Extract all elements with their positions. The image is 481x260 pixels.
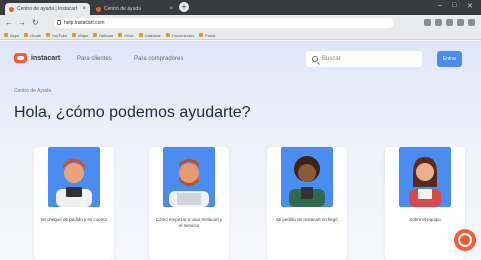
topic-card-getting-started[interactable]: Cómo empezar a usar Instacart y el servi… [149,147,229,260]
bookmarks-bar: Apps Gmail YouTube Maps Noticias Drive C… [0,31,481,40]
bookmark-icon [72,33,77,37]
bookmark-label: YouTube [51,32,68,38]
back-icon[interactable]: ← [5,18,13,27]
card-label: Mi cheque de pedido y mi cuenta [40,217,108,222]
maximize-icon[interactable]: □ [452,2,456,9]
favicon-icon [96,6,101,12]
search-icon [312,56,318,62]
person-with-bag-illustration [399,147,451,207]
bookmark-label: Gmail [30,32,41,38]
card-label: Mi pedido de Instacart no llegó [276,217,338,222]
card-label: Sobre el equipo [409,217,441,222]
page-title: Hola, ¿cómo podemos ayudarte? [14,104,251,121]
topic-card-account[interactable]: Mi cheque de pedido y mi cuenta [34,147,114,260]
bookmark-item[interactable]: Gmail [24,32,41,38]
topic-card-order-issue[interactable]: Mi pedido de Instacart no llegó [267,147,347,260]
browser-tab-1[interactable]: Centro de ayuda | Instacart × [5,3,90,15]
chat-button[interactable] [454,229,476,251]
bookmark-label: Apps [10,32,20,38]
bookmark-icon [93,33,98,37]
close-tab-icon[interactable]: × [82,6,86,12]
topic-card-team[interactable]: Sobre el equipo [385,147,465,260]
bookmark-icon [165,33,170,37]
breadcrumb[interactable]: Centro de Ayuda [14,88,51,94]
instacart-logo[interactable]: instacart [14,53,60,63]
extension-icons [424,19,475,26]
person-with-laptop-illustration [163,147,215,207]
extension-icon[interactable] [435,19,442,26]
forward-icon[interactable]: → [18,18,26,27]
bookmark-item[interactable]: YouTube [45,32,68,38]
bookmark-item[interactable]: Drive [118,32,134,38]
bookmark-icon [4,33,8,37]
card-label: Cómo empezar a usar Instacart y el servi… [155,217,223,228]
bookmark-label: Noticias [99,32,114,38]
profile-icon[interactable] [457,19,464,26]
nav-link-customers[interactable]: Para clientes [77,56,112,62]
bookmark-item[interactable]: Fotos [199,33,215,38]
search-input[interactable]: Buscar [306,51,422,67]
login-button[interactable]: Entrar [437,51,462,67]
extension-icon[interactable] [446,19,453,26]
close-window-icon[interactable]: ✕ [467,2,473,10]
lock-icon [57,20,61,25]
close-tab-icon[interactable]: × [169,6,173,12]
person-with-phone-illustration [281,147,333,207]
reload-icon[interactable]: ↻ [32,18,39,27]
person-with-card-illustration [48,147,100,207]
favicon-icon [9,6,14,12]
new-tab-button[interactable]: + [179,2,189,12]
address-text: help.instacart.com [64,20,105,26]
logo-mark-icon [14,53,27,63]
bookmark-icon [138,33,143,37]
logo-text: instacart [31,54,61,62]
star-icon[interactable] [424,19,431,26]
menu-icon[interactable] [468,19,475,26]
browser-tabstrip: Centro de ayuda | Instacart × Centro de … [0,0,481,15]
browser-toolbar: ← → ↻ help.instacart.com [0,15,481,31]
bookmark-item[interactable]: Noticias [93,33,113,38]
tab-title: Centro de ayuda | Instacart [17,6,78,12]
bookmark-icon [199,33,204,37]
bookmark-label: Drive [124,32,134,38]
nav-link-shoppers[interactable]: Para compradores [134,56,183,62]
bookmark-icon [118,33,123,37]
search-placeholder: Buscar [322,56,341,62]
bookmark-label: Fotos [205,32,216,38]
bookmark-item[interactable]: Documentos [165,32,195,38]
bookmark-label: Calendar [144,32,161,38]
minimize-icon[interactable]: – [438,2,442,9]
browser-tab-2[interactable]: Centro de ayuda × [92,3,177,15]
bookmark-item[interactable]: Maps [72,33,88,38]
bookmark-item[interactable]: Apps [4,33,19,38]
bookmark-item[interactable]: Calendar [138,32,161,38]
bookmark-label: Maps [78,32,89,38]
tab-title: Centro de ayuda [104,6,141,12]
bookmark-label: Documentos [171,32,195,38]
bookmark-icon [24,33,29,37]
address-bar[interactable]: help.instacart.com [54,18,394,28]
help-center-page: instacart Para clientes Para compradores… [0,41,481,260]
bookmark-icon [45,33,50,37]
